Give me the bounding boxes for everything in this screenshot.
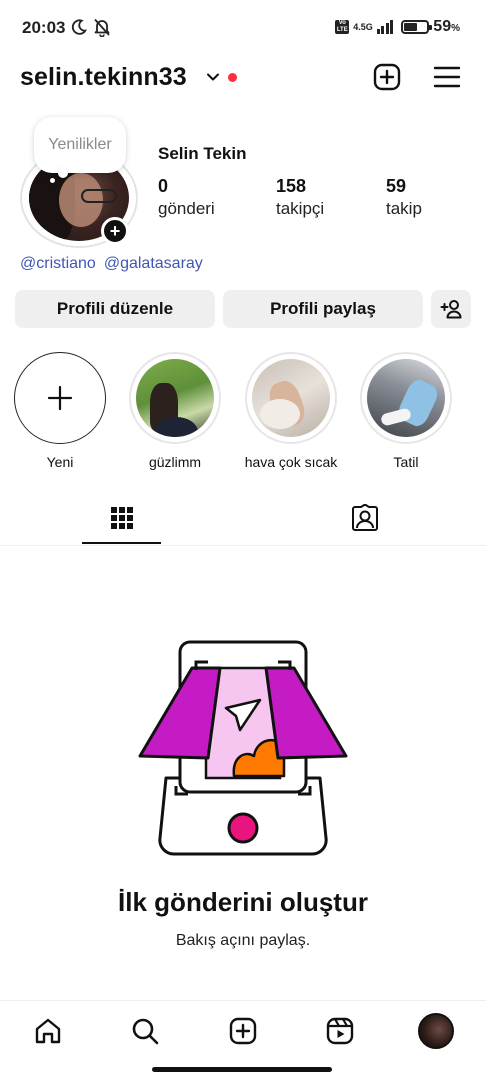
chevron-down-icon[interactable] (206, 70, 220, 84)
tagged-icon (351, 504, 378, 531)
create-icon (229, 1017, 257, 1045)
highlight-ring (129, 352, 221, 444)
highlight-label: Yeni (46, 454, 74, 470)
create-icon (373, 63, 401, 91)
create-button[interactable] (372, 62, 402, 92)
grid-icon (110, 507, 133, 529)
home-indicator (152, 1067, 332, 1072)
share-profile-button[interactable]: Profili paylaş (223, 290, 423, 328)
stat-following[interactable]: 59 takip (386, 176, 422, 219)
bio-mentions: @cristiano @galatasaray (20, 255, 203, 273)
note-bubble[interactable]: Yenilikler (34, 117, 126, 173)
highlight-ring (245, 352, 337, 444)
username-switcher[interactable]: selin.tekinn33 (20, 63, 187, 92)
highlight-new[interactable]: Yeni (12, 352, 108, 470)
reels-icon (326, 1017, 354, 1045)
status-right: Vo LTE 4.5G 59% (335, 16, 460, 38)
stat-followers-value: 158 (276, 176, 307, 196)
moon-icon (71, 19, 88, 35)
empty-posts-illustration (138, 640, 348, 856)
stat-following-label: takip (386, 199, 422, 218)
add-user-icon (440, 300, 462, 319)
highlight-label: hava çok sıcak (244, 454, 338, 470)
mention-link[interactable]: @galatasaray (104, 255, 203, 273)
highlight-label: güzlimm (148, 454, 202, 470)
stat-posts: 0 gönderi (158, 176, 215, 219)
status-time: 20:03 (22, 18, 66, 37)
full-name: Selin Tekin (158, 144, 247, 163)
volte-icon: Vo LTE (335, 20, 350, 34)
plus-icon (47, 385, 73, 411)
battery-icon (401, 20, 433, 34)
highlight-cover (252, 359, 330, 437)
discover-people-button[interactable] (431, 290, 471, 328)
highlight-item[interactable]: güzlimm (127, 352, 223, 470)
stat-followers-label: takipçi (276, 199, 325, 218)
home-icon (35, 1018, 61, 1044)
empty-state-title: İlk gönderini oluştur (118, 887, 368, 917)
highlight-item[interactable]: hava çok sıcak (243, 352, 339, 470)
highlight-cover (136, 359, 214, 437)
active-tab-indicator (82, 542, 161, 544)
note-tail (58, 168, 68, 178)
signal-icon (376, 20, 394, 34)
stat-followers[interactable]: 158 takipçi (276, 176, 324, 219)
stat-posts-value: 0 (158, 176, 169, 196)
bottom-navigation (0, 1000, 486, 1062)
bell-off-icon (94, 18, 110, 37)
battery-percent: 59% (433, 18, 460, 35)
highlight-new-circle (14, 352, 106, 444)
menu-icon (433, 66, 461, 88)
nav-reels[interactable] (322, 1013, 358, 1049)
highlight-label: Tatil (393, 454, 419, 470)
notification-dot (228, 73, 237, 82)
highlight-ring (360, 352, 452, 444)
profile-tabs (0, 490, 486, 546)
nav-create[interactable] (225, 1013, 261, 1049)
tab-grid[interactable] (0, 490, 243, 546)
tab-tagged[interactable] (243, 490, 486, 546)
mention-link[interactable]: @cristiano (20, 255, 96, 273)
stat-posts-label: gönderi (158, 199, 215, 218)
empty-state-subtitle: Bakış açını paylaş. (175, 932, 311, 949)
highlight-item[interactable]: Tatil (358, 352, 454, 470)
edit-profile-button[interactable]: Profili düzenle (15, 290, 215, 328)
stat-following-value: 59 (386, 176, 407, 196)
note-tail-small (50, 178, 55, 183)
nav-search[interactable] (127, 1013, 163, 1049)
search-icon (132, 1018, 159, 1045)
highlight-cover (367, 359, 445, 437)
battery-fill (404, 23, 418, 31)
add-story-icon[interactable]: + (101, 217, 129, 245)
status-bar: 20:03 Vo LTE 4.5G 59% (0, 0, 486, 56)
nav-home[interactable] (30, 1013, 66, 1049)
menu-button[interactable] (432, 62, 462, 92)
profile-header: selin.tekinn33 (0, 58, 486, 98)
profile-avatar-icon (418, 1013, 454, 1049)
network-type: 4.5G (353, 21, 373, 32)
nav-profile[interactable] (418, 1013, 454, 1049)
